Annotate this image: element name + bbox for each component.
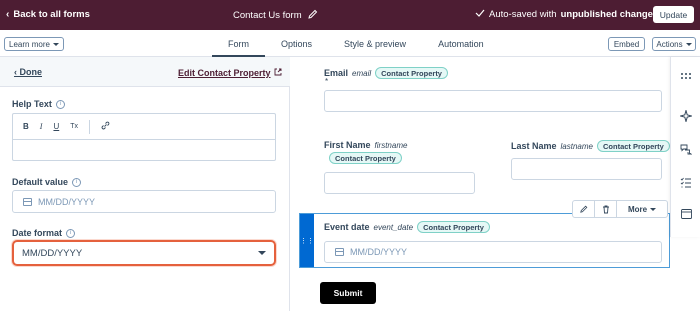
learn-more-label: Learn more <box>9 39 50 49</box>
first-name-label: First Name <box>324 140 371 150</box>
trash-icon <box>602 205 609 213</box>
edit-property-label: Edit Contact Property <box>178 68 271 78</box>
edit-contact-property-link[interactable]: Edit Contact Property <box>178 68 282 78</box>
autosave-status[interactable]: Auto-saved with unpublished changes <box>475 9 671 20</box>
update-button[interactable]: Update <box>653 6 694 23</box>
email-internal-name: email <box>352 68 372 78</box>
email-field-label: Email email Contact Property <box>324 67 448 79</box>
link-icon[interactable] <box>101 121 110 132</box>
default-value-label-text: Default value <box>12 177 69 187</box>
actions-label: Actions <box>656 39 683 49</box>
submit-button[interactable]: Submit <box>320 282 376 304</box>
first-name-internal-name: firstname <box>374 140 408 150</box>
event-date-input[interactable]: MM/DD/YYYY <box>324 241 662 263</box>
chevron-left-icon: ‹ <box>6 9 10 20</box>
help-text-label: Help Text i <box>12 99 65 109</box>
template-icon[interactable] <box>679 207 693 221</box>
comments-icon[interactable] <box>679 142 693 156</box>
contact-property-pill: Contact Property <box>597 140 670 152</box>
field-toolbar: More <box>572 200 668 218</box>
default-value-placeholder: MM/DD/YYYY <box>38 196 96 207</box>
done-button[interactable]: ‹ Done <box>14 67 42 77</box>
more-label: More <box>627 204 648 214</box>
tab-form[interactable]: Form <box>212 30 265 57</box>
info-icon[interactable]: i <box>66 228 76 238</box>
email-input[interactable] <box>324 90 662 112</box>
first-name-field-label: First Name firstname <box>324 140 407 150</box>
delete-field-button[interactable] <box>595 201 617 217</box>
required-marker: * <box>325 77 329 86</box>
date-format-label-text: Date format <box>12 228 63 238</box>
chevron-down-icon <box>258 251 266 255</box>
default-value-label: Default value i <box>12 177 82 187</box>
default-value-input[interactable]: MM/DD/YYYY <box>12 190 276 213</box>
autosave-prefix: Auto-saved with <box>489 9 557 20</box>
contact-property-pill: Contact Property <box>329 152 402 164</box>
back-to-forms-link[interactable]: ‹ Back to all forms <box>6 9 90 20</box>
calendar-icon <box>335 248 344 256</box>
date-format-value: MM/DD/YYYY <box>22 247 83 259</box>
event-date-placeholder: MM/DD/YYYY <box>350 247 408 257</box>
panel-header: ‹ Done Edit Contact Property <box>0 57 290 87</box>
last-name-field-label: Last Name lastname Contact Property <box>511 140 670 152</box>
info-icon[interactable]: i <box>72 177 82 187</box>
form-title-text: Contact Us form <box>233 10 302 21</box>
more-button[interactable]: More <box>617 201 667 217</box>
rich-text-toolbar: B I U Tx <box>13 114 275 140</box>
actions-button[interactable]: Actions <box>652 37 696 51</box>
event-date-label: Event date <box>324 222 370 232</box>
tab-automation[interactable]: Automation <box>422 30 500 57</box>
embed-button[interactable]: Embed <box>608 37 645 51</box>
right-rail <box>670 57 700 237</box>
sparkle-icon[interactable] <box>679 109 693 123</box>
toolbar-divider <box>89 119 91 134</box>
grid-dots-icon[interactable] <box>679 69 693 83</box>
underline-button[interactable]: U <box>53 122 59 131</box>
clear-format-button[interactable]: Tx <box>70 123 78 130</box>
event-date-field-label: Event date event_date Contact Property <box>324 221 490 233</box>
form-title[interactable]: Contact Us form <box>233 9 318 22</box>
autosave-state: unpublished changes <box>560 9 659 20</box>
contact-property-pill: Contact Property <box>375 67 448 79</box>
last-name-input[interactable] <box>511 158 662 180</box>
help-text-editor[interactable]: B I U Tx <box>12 113 276 161</box>
tab-style-preview[interactable]: Style & preview <box>328 30 422 57</box>
external-link-icon <box>274 68 282 78</box>
pencil-icon[interactable] <box>307 9 318 22</box>
contact-property-pill: Contact Property <box>417 221 490 233</box>
learn-more-button[interactable]: Learn more <box>4 37 64 51</box>
event-date-internal-name: event_date <box>373 222 414 232</box>
done-label: Done <box>19 67 43 77</box>
bold-button[interactable]: B <box>23 122 29 131</box>
italic-button[interactable]: I <box>40 122 43 131</box>
chevron-down-icon <box>650 207 657 211</box>
last-name-internal-name: lastname <box>560 141 593 151</box>
back-label: Back to all forms <box>13 9 90 20</box>
first-name-input[interactable] <box>324 172 475 194</box>
info-icon[interactable]: i <box>55 99 65 109</box>
tab-options[interactable]: Options <box>265 30 328 57</box>
chevron-down-icon <box>52 42 59 46</box>
pencil-icon <box>579 205 587 213</box>
edit-field-button[interactable] <box>573 201 595 217</box>
date-format-select[interactable]: MM/DD/YYYY <box>12 240 276 266</box>
checklist-icon[interactable] <box>679 175 693 189</box>
top-bar: ‹ Back to all forms Contact Us form Auto… <box>0 0 700 30</box>
editor-toolbar: Learn more Form Options Style & preview … <box>0 30 700 57</box>
date-format-label: Date format i <box>12 228 76 238</box>
check-icon <box>475 9 485 20</box>
help-text-label-text: Help Text <box>12 99 52 109</box>
chevron-down-icon <box>685 42 692 46</box>
calendar-icon <box>23 197 32 206</box>
editor-tabs: Form Options Style & preview Automation <box>212 30 500 57</box>
drag-handle[interactable]: ⋮⋮ <box>300 214 314 267</box>
last-name-label: Last Name <box>511 141 557 151</box>
